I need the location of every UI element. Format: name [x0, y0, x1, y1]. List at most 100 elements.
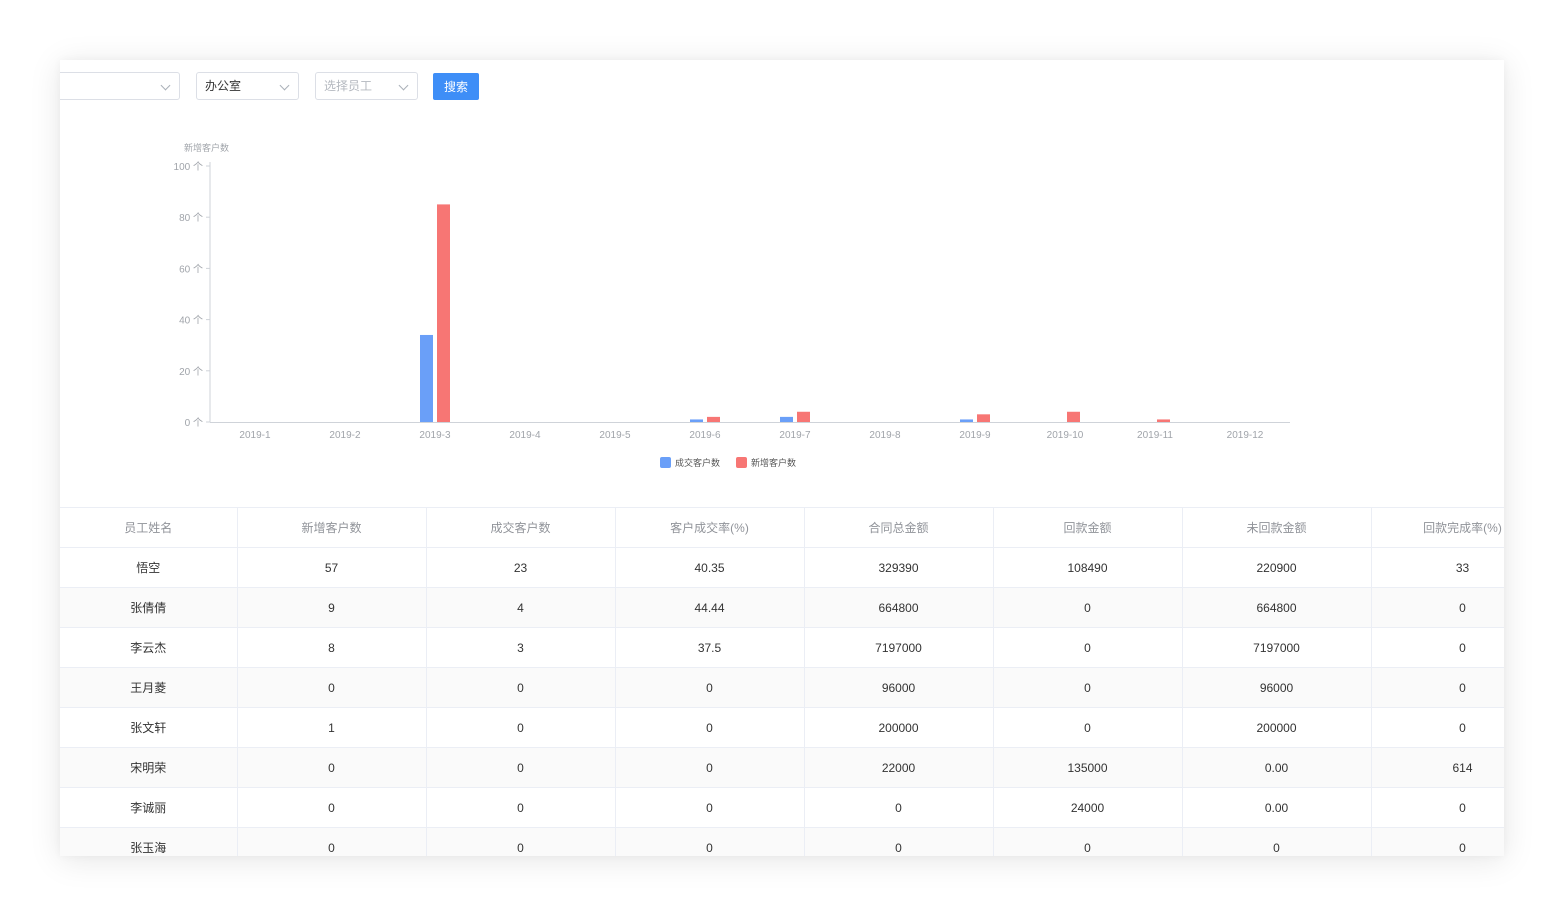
table-cell: 200000 [804, 707, 994, 748]
table-cell: 40.35 [615, 547, 805, 588]
table-cell: 0 [1182, 827, 1372, 856]
table-cell: 宋明荣 [60, 747, 238, 788]
table-cell: 200000 [1182, 707, 1372, 748]
bar-deal-customers[interactable] [960, 419, 973, 422]
table-cell: 张玉海 [60, 827, 238, 856]
table-cell: 0 [993, 667, 1183, 708]
table-cell: 0 [804, 827, 994, 856]
table-cell: 33 [1371, 547, 1504, 588]
table-cell: 7197000 [804, 627, 994, 668]
x-tick-label: 2019-7 [779, 430, 811, 441]
table-cell: 0 [237, 787, 427, 828]
table-cell: 0 [993, 707, 1183, 748]
table-cell: 96000 [804, 667, 994, 708]
table-cell: 57 [237, 547, 427, 588]
table-cell: 96000 [1182, 667, 1372, 708]
table-cell: 37.5 [615, 627, 805, 668]
y-axis-title: 新增客户数 [184, 142, 229, 153]
table-cell: 614 [1371, 747, 1504, 788]
table-row: 李诚丽 0 0 0 0 24000 0.00 0 [60, 787, 1504, 828]
table-cell: 0 [615, 707, 805, 748]
table-row: 宋明荣 0 0 0 22000 135000 0.00 614 [60, 747, 1504, 788]
bar-deal-customers[interactable] [420, 334, 433, 422]
table-cell: 0 [1371, 587, 1504, 628]
table-cell: 0 [615, 667, 805, 708]
x-tick-label: 2019-4 [509, 430, 541, 441]
table-cell: 0 [1371, 827, 1504, 856]
x-tick-label: 2019-2 [329, 430, 361, 441]
table-cell: 108490 [993, 547, 1183, 588]
table-cell: 0 [1371, 667, 1504, 708]
table-cell: 0 [804, 787, 994, 828]
bar-new-customers[interactable] [1157, 419, 1170, 422]
table-cell: 0 [1371, 707, 1504, 748]
y-tick-label: 40 个 [179, 315, 203, 327]
table-cell: 0 [1371, 627, 1504, 668]
table-cell: 220900 [1182, 547, 1372, 588]
table-cell: 李诚丽 [60, 787, 238, 828]
header-employee-name: 员工姓名 [60, 507, 238, 548]
table-cell: 张文轩 [60, 707, 238, 748]
table-cell: 0 [426, 707, 616, 748]
table-cell: 135000 [993, 747, 1183, 788]
table-cell: 9 [237, 587, 427, 628]
table-cell: 0 [237, 827, 427, 856]
bar-deal-customers[interactable] [690, 419, 703, 422]
report-card: 办公室 选择员工 搜索 新增客户数 0 个 20 个 40 个 60 个 80 个 100… [60, 60, 1504, 856]
table-cell: 664800 [804, 587, 994, 628]
table-cell: 22000 [804, 747, 994, 788]
table-row: 张文轩 1 0 0 200000 0 200000 0 [60, 707, 1504, 748]
y-tick-label: 0 个 [185, 417, 203, 429]
table-cell: 23 [426, 547, 616, 588]
table-cell: 8 [237, 627, 427, 668]
table-cell: 李云杰 [60, 627, 238, 668]
table-cell: 0 [426, 787, 616, 828]
bar-new-customers[interactable] [707, 416, 720, 422]
header-contract-total: 合同总金额 [804, 507, 994, 548]
legend-label[interactable]: 新增客户数 [751, 457, 796, 468]
table-cell: 0 [615, 787, 805, 828]
table-cell: 0 [237, 747, 427, 788]
table-row: 王月菱 0 0 0 96000 0 96000 0 [60, 667, 1504, 708]
table-row: 悟空 57 23 40.35 329390 108490 220900 33 [60, 547, 1504, 588]
table-cell: 0 [615, 747, 805, 788]
table-cell: 悟空 [60, 547, 238, 588]
bar-deal-customers[interactable] [780, 416, 793, 422]
legend-label[interactable]: 成交客户数 [675, 457, 720, 468]
table-cell: 329390 [804, 547, 994, 588]
table-cell: 0 [1371, 787, 1504, 828]
table-cell: 664800 [1182, 587, 1372, 628]
x-tick-label: 2019-11 [1137, 430, 1173, 441]
table-cell: 0 [615, 827, 805, 856]
header-payment-rate: 回款完成率(%) [1371, 507, 1504, 548]
customer-bar-chart: 新增客户数 0 个 20 个 40 个 60 个 80 个 100 个 2019-1 201… [174, 142, 1290, 468]
table-cell: 0 [426, 747, 616, 788]
x-tick-label: 2019-10 [1047, 430, 1084, 441]
bar-new-customers[interactable] [797, 411, 810, 422]
table-cell: 44.44 [615, 587, 805, 628]
table-header-row: 员工姓名 新增客户数 成交客户数 客户成交率(%) 合同总金额 回款金额 未回款金额 回款完成… [60, 507, 1504, 548]
table-row: 李云杰 8 3 37.5 7197000 0 7197000 0 [60, 627, 1504, 668]
table-row: 张倩倩 9 4 44.44 664800 0 664800 0 [60, 587, 1504, 628]
table-cell: 4 [426, 587, 616, 628]
table-cell: 0 [993, 627, 1183, 668]
table-cell: 3 [426, 627, 616, 668]
table-cell: 0 [993, 587, 1183, 628]
y-tick-label: 100 个 [174, 161, 203, 173]
header-deal-rate: 客户成交率(%) [615, 507, 805, 548]
table-cell: 0 [993, 827, 1183, 856]
header-new-customers: 新增客户数 [237, 507, 427, 548]
legend-swatch [660, 457, 671, 468]
x-tick-label: 2019-12 [1227, 430, 1264, 441]
x-tick-label: 2019-6 [689, 430, 721, 441]
table-cell: 0.00 [1182, 747, 1372, 788]
bar-new-customers[interactable] [1067, 411, 1080, 422]
x-tick-label: 2019-8 [869, 430, 901, 441]
table-cell: 张倩倩 [60, 587, 238, 628]
bar-new-customers[interactable] [437, 204, 450, 422]
header-deal-customers: 成交客户数 [426, 507, 616, 548]
bar-new-customers[interactable] [977, 414, 990, 422]
table-cell: 0.00 [1182, 787, 1372, 828]
table-cell: 24000 [993, 787, 1183, 828]
legend-swatch [736, 457, 747, 468]
